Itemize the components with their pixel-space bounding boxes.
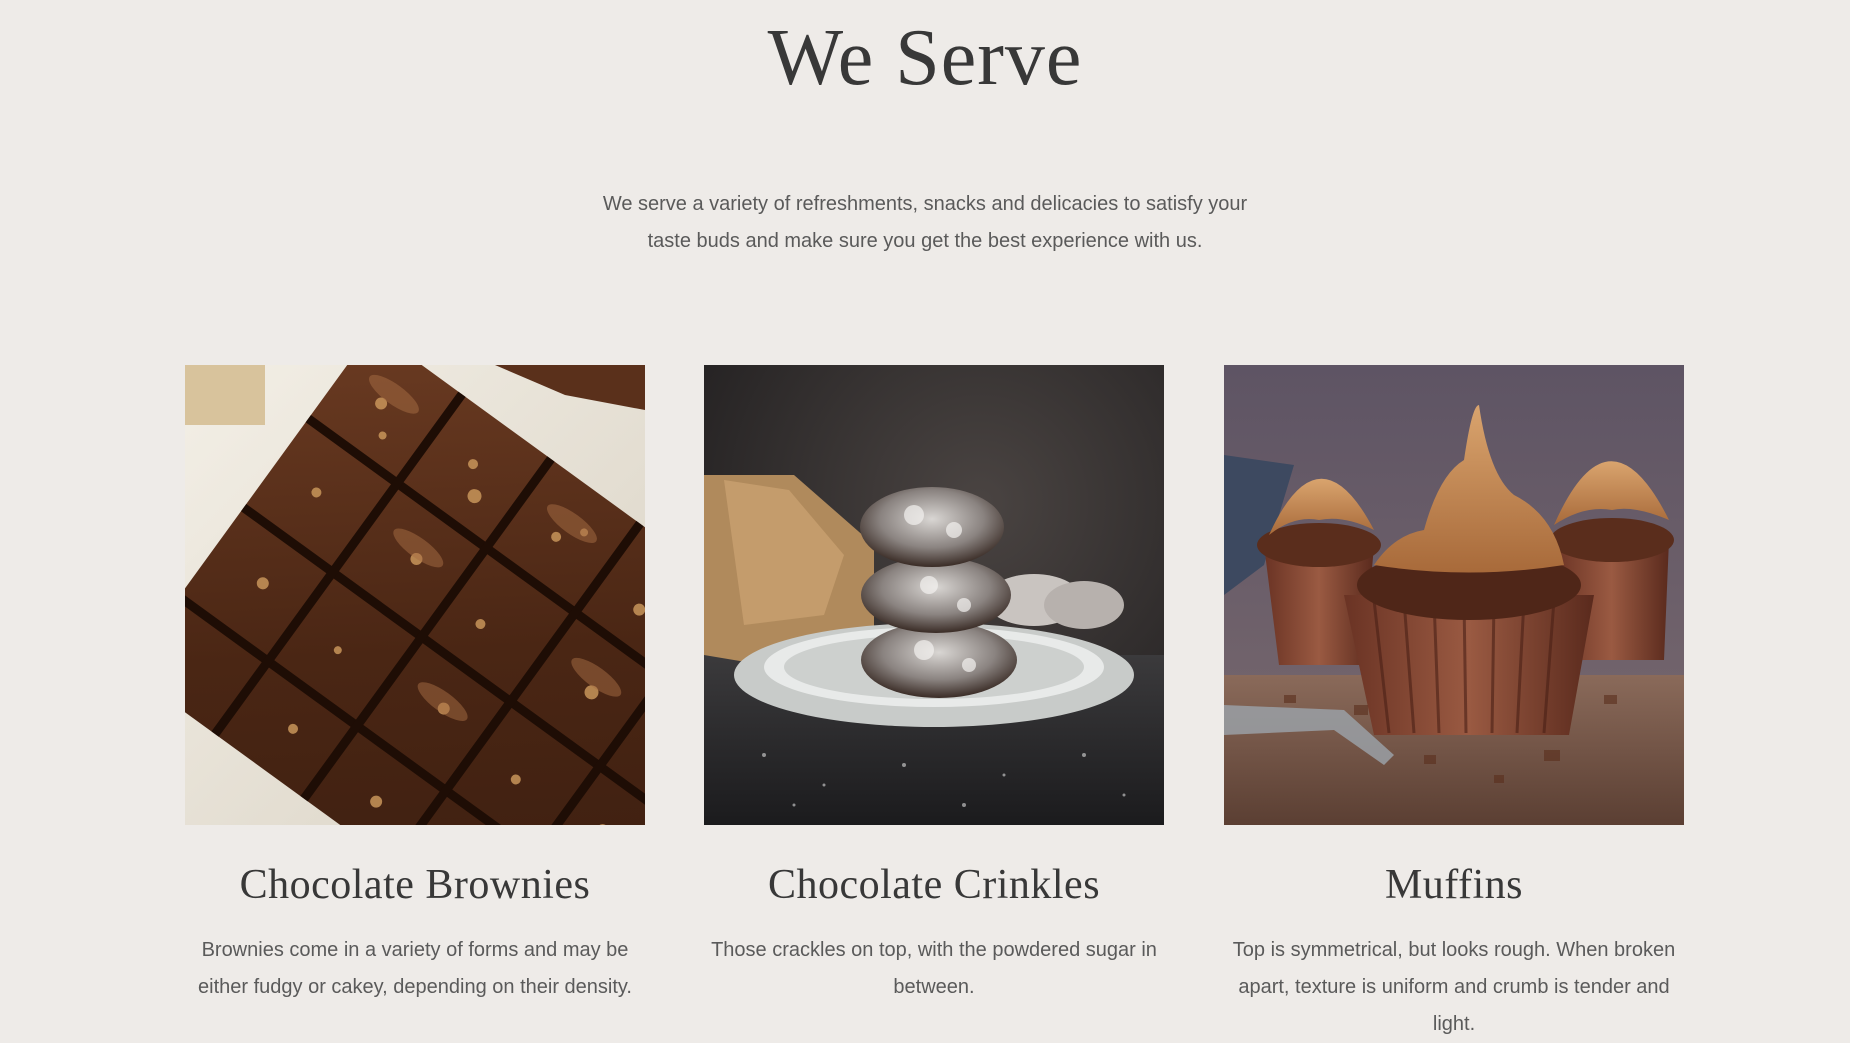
item-title: Chocolate Brownies (239, 862, 591, 908)
we-serve-section: We Serve We serve a variety of refreshme… (0, 0, 1850, 1040)
item-description: Brownies come in a variety of forms and … (198, 939, 632, 998)
item-description: Those crackles on top, with the powdered… (711, 939, 1157, 998)
item-title: Muffins (1384, 862, 1524, 908)
item-title: Chocolate Crinkles (767, 862, 1101, 908)
menu-card-brownies: Chocolate Brownies Brownies come in a va… (185, 365, 645, 998)
crinkles-image (704, 365, 1164, 825)
item-description: Top is symmetrical, but looks rough. Whe… (1232, 939, 1676, 1035)
brownies-image (185, 365, 645, 825)
menu-card-muffins: Muffins Top is symmetrical, but looks ro… (1224, 365, 1684, 1035)
muffins-image (1224, 365, 1684, 825)
menu-card-crinkles: Chocolate Crinkles Those crackles on top… (704, 365, 1164, 998)
section-intro: We serve a variety of refreshments, snac… (602, 193, 1248, 252)
section-title: We Serve (767, 14, 1083, 102)
